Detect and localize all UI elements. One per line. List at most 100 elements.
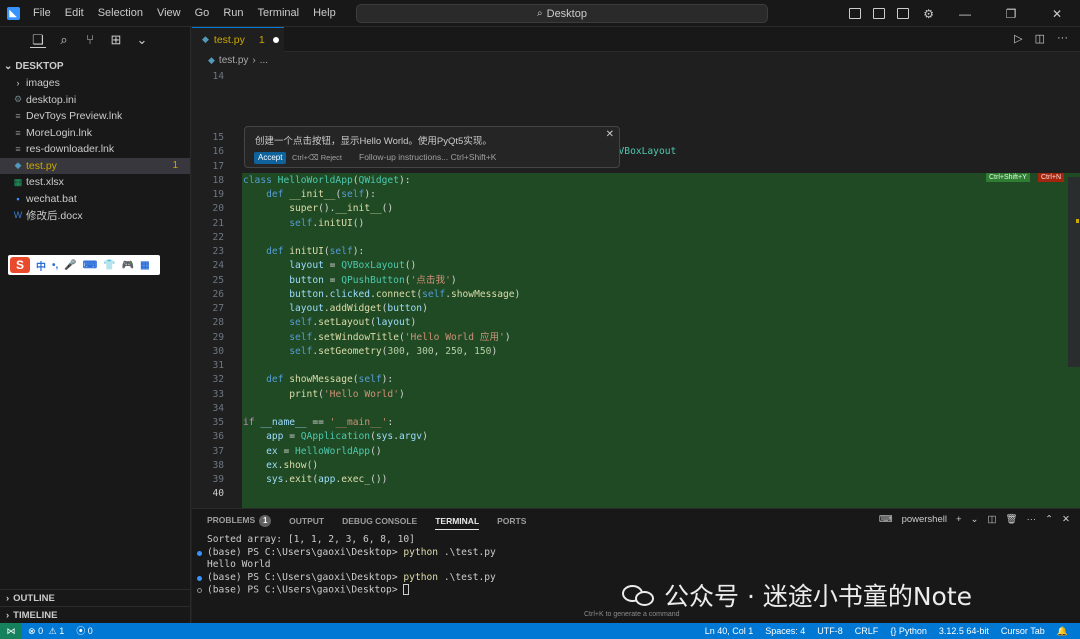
code-line[interactable]: 23 def initUI(self): <box>192 245 1080 259</box>
file-item[interactable]: ≡ MoreLogin.lnk <box>0 125 190 142</box>
unsaved-dot-icon[interactable] <box>272 36 279 43</box>
language-mode[interactable]: {} Python <box>884 623 933 639</box>
menu-run[interactable]: Run <box>216 0 250 27</box>
chevron-down-icon[interactable]: ⌄ <box>134 32 150 48</box>
menu-terminal[interactable]: Terminal <box>251 0 307 27</box>
file-item[interactable]: W 修改后.docx <box>0 207 190 224</box>
run-icon[interactable]: ▷ <box>1014 32 1022 45</box>
panel-tab-problems[interactable]: PROBLEMS 1 <box>207 515 272 527</box>
minimize-icon[interactable]: — <box>942 7 988 21</box>
code-line[interactable]: 30 self.setGeometry(300, 300, 250, 150) <box>192 345 1080 359</box>
indentation[interactable]: Spaces: 4 <box>759 623 811 639</box>
code-line[interactable]: 34 <box>192 402 1080 416</box>
split-editor-icon[interactable]: ◫ <box>1035 32 1045 45</box>
file-item[interactable]: ▦ test.xlsx <box>0 174 190 191</box>
source-control-icon[interactable]: ⑂ <box>82 32 98 48</box>
code-line[interactable]: 14 <box>192 70 1080 84</box>
file-item[interactable]: ▪ wechat.bat <box>0 191 190 208</box>
panel-tab-debug-console[interactable]: DEBUG CONSOLE <box>342 516 417 526</box>
panel-tab-ports[interactable]: PORTS <box>497 516 526 526</box>
close-window-icon[interactable]: ✕ <box>1034 7 1080 21</box>
code-line[interactable]: 35 if __name__ == '__main__': <box>192 416 1080 430</box>
command-pending-dot-icon[interactable] <box>197 588 202 594</box>
outline-section[interactable]: › OUTLINE <box>0 589 191 606</box>
code-line[interactable]: 39 sys.exit(app.exec_()) <box>192 473 1080 487</box>
settings-gear-icon[interactable]: ⚙ <box>923 7 934 21</box>
cursor-tab-status[interactable]: Cursor Tab <box>995 623 1051 639</box>
code-line[interactable]: 22 <box>192 231 1080 245</box>
code-line[interactable]: 27 layout.addWidget(button) <box>192 302 1080 316</box>
file-item[interactable]: › images <box>0 75 190 92</box>
code-line[interactable]: 20 super().__init__() <box>192 202 1080 216</box>
panel-tab-terminal[interactable]: TERMINAL <box>435 516 480 530</box>
code-line[interactable]: 24 layout = QVBoxLayout() <box>192 259 1080 273</box>
panel-tab-output[interactable]: OUTPUT <box>289 516 324 526</box>
chevron-down-icon[interactable]: ⌄ <box>971 514 979 525</box>
file-item[interactable]: ⚙ desktop.ini <box>0 92 190 109</box>
code-line[interactable]: 37 ex = HelloWorldApp() <box>192 445 1080 459</box>
problems-status[interactable]: ⊗ 0 ⚠ 1 <box>22 623 70 639</box>
command-success-dot-icon[interactable] <box>197 550 202 556</box>
breadcrumb-file[interactable]: test.py <box>219 55 248 66</box>
ime-toolbar[interactable]: S 中 •, 🎤 ⌨ 👕 🎮 ▦ <box>8 255 160 275</box>
file-item[interactable]: ◆ test.py 1 <box>0 157 190 174</box>
code-line[interactable]: 21 self.initUI() <box>192 217 1080 231</box>
code-line[interactable]: 32 def showMessage(self): <box>192 373 1080 387</box>
code-line[interactable]: 40 <box>192 487 1080 501</box>
maximize-panel-icon[interactable]: ⌃ <box>1045 514 1053 525</box>
menu-selection[interactable]: Selection <box>91 0 150 27</box>
line-ending[interactable]: CRLF <box>849 623 885 639</box>
followup-input[interactable]: Follow-up instructions... Ctrl+Shift+K <box>359 152 496 162</box>
code-line[interactable]: 29 self.setWindowTitle('Hello World 应用') <box>192 331 1080 345</box>
menu-file[interactable]: File <box>26 0 58 27</box>
toggle-primary-sidebar-icon[interactable] <box>849 8 862 19</box>
more-actions-icon[interactable]: ··· <box>1027 514 1037 525</box>
encoding[interactable]: UTF-8 <box>811 623 849 639</box>
explorer-folder-header[interactable]: ⌄ DESKTOP <box>0 57 190 75</box>
explorer-files-icon[interactable]: ❏ <box>30 32 46 48</box>
notifications-bell-icon[interactable]: 🔔 <box>1051 623 1074 639</box>
menu-help[interactable]: Help <box>306 0 343 27</box>
reject-button[interactable]: Ctrl+⌫ Reject <box>292 153 342 162</box>
close-panel-icon[interactable]: ✕ <box>1062 514 1070 525</box>
code-editor[interactable]: 1415import sys16from PyQt5.QtWidgets imp… <box>192 69 1080 543</box>
code-line[interactable]: 33 print('Hello World') <box>192 388 1080 402</box>
search-icon[interactable]: ⌕ <box>56 32 72 48</box>
command-center-search[interactable]: ⌕ Desktop <box>356 4 768 23</box>
scrollbar-thumb[interactable] <box>1068 177 1080 367</box>
file-item[interactable]: ≡ DevToys Preview.lnk <box>0 108 190 125</box>
timeline-section[interactable]: › TIMELINE <box>0 606 191 623</box>
breadcrumb-symbol[interactable]: ... <box>260 55 268 66</box>
code-line[interactable]: 31 <box>192 359 1080 373</box>
restore-icon[interactable]: ❐ <box>988 7 1034 21</box>
keyboard-icon[interactable]: ⌨ <box>83 260 97 271</box>
code-line[interactable]: 25 button = QPushButton('点击我') <box>192 274 1080 288</box>
code-line[interactable]: 18 class HelloWorldApp(QWidget): <box>192 174 1080 188</box>
microphone-icon[interactable]: 🎤 <box>64 260 76 271</box>
menu-edit[interactable]: Edit <box>58 0 91 27</box>
toggle-panel-icon[interactable] <box>873 8 886 19</box>
code-line[interactable]: 28 self.setLayout(layout) <box>192 316 1080 330</box>
code-line[interactable]: 26 button.clicked.connect(self.showMessa… <box>192 288 1080 302</box>
ime-chinese-mode[interactable]: 中 <box>36 258 46 273</box>
toolbox-icon[interactable]: ▦ <box>140 260 149 271</box>
accept-button[interactable]: Accept <box>254 152 287 164</box>
command-success-dot-icon[interactable] <box>197 575 202 581</box>
extensions-icon[interactable]: ⊞ <box>108 32 124 48</box>
trash-icon[interactable]: 🗑 <box>1006 514 1018 525</box>
game-icon[interactable]: 🎮 <box>122 260 134 271</box>
remote-icon[interactable]: ⋈ <box>0 623 22 639</box>
tab-test-py[interactable]: ◆ test.py 1 <box>192 26 284 52</box>
cursor-position[interactable]: Ln 40, Col 1 <box>699 623 760 639</box>
ime-punctuation-icon[interactable]: •, <box>52 260 58 271</box>
menu-go[interactable]: Go <box>188 0 217 27</box>
ports-status[interactable]: ⦿ 0 <box>70 623 99 639</box>
add-terminal-icon[interactable]: + <box>956 514 962 525</box>
terminal-shell-label[interactable]: powershell <box>902 514 947 525</box>
code-line[interactable]: 19 def __init__(self): <box>192 188 1080 202</box>
code-line[interactable]: 38 ex.show() <box>192 459 1080 473</box>
more-actions-icon[interactable]: ··· <box>1057 32 1068 45</box>
close-icon[interactable]: ✕ <box>606 129 614 140</box>
code-line[interactable]: 36 app = QApplication(sys.argv) <box>192 430 1080 444</box>
menu-view[interactable]: View <box>150 0 188 27</box>
